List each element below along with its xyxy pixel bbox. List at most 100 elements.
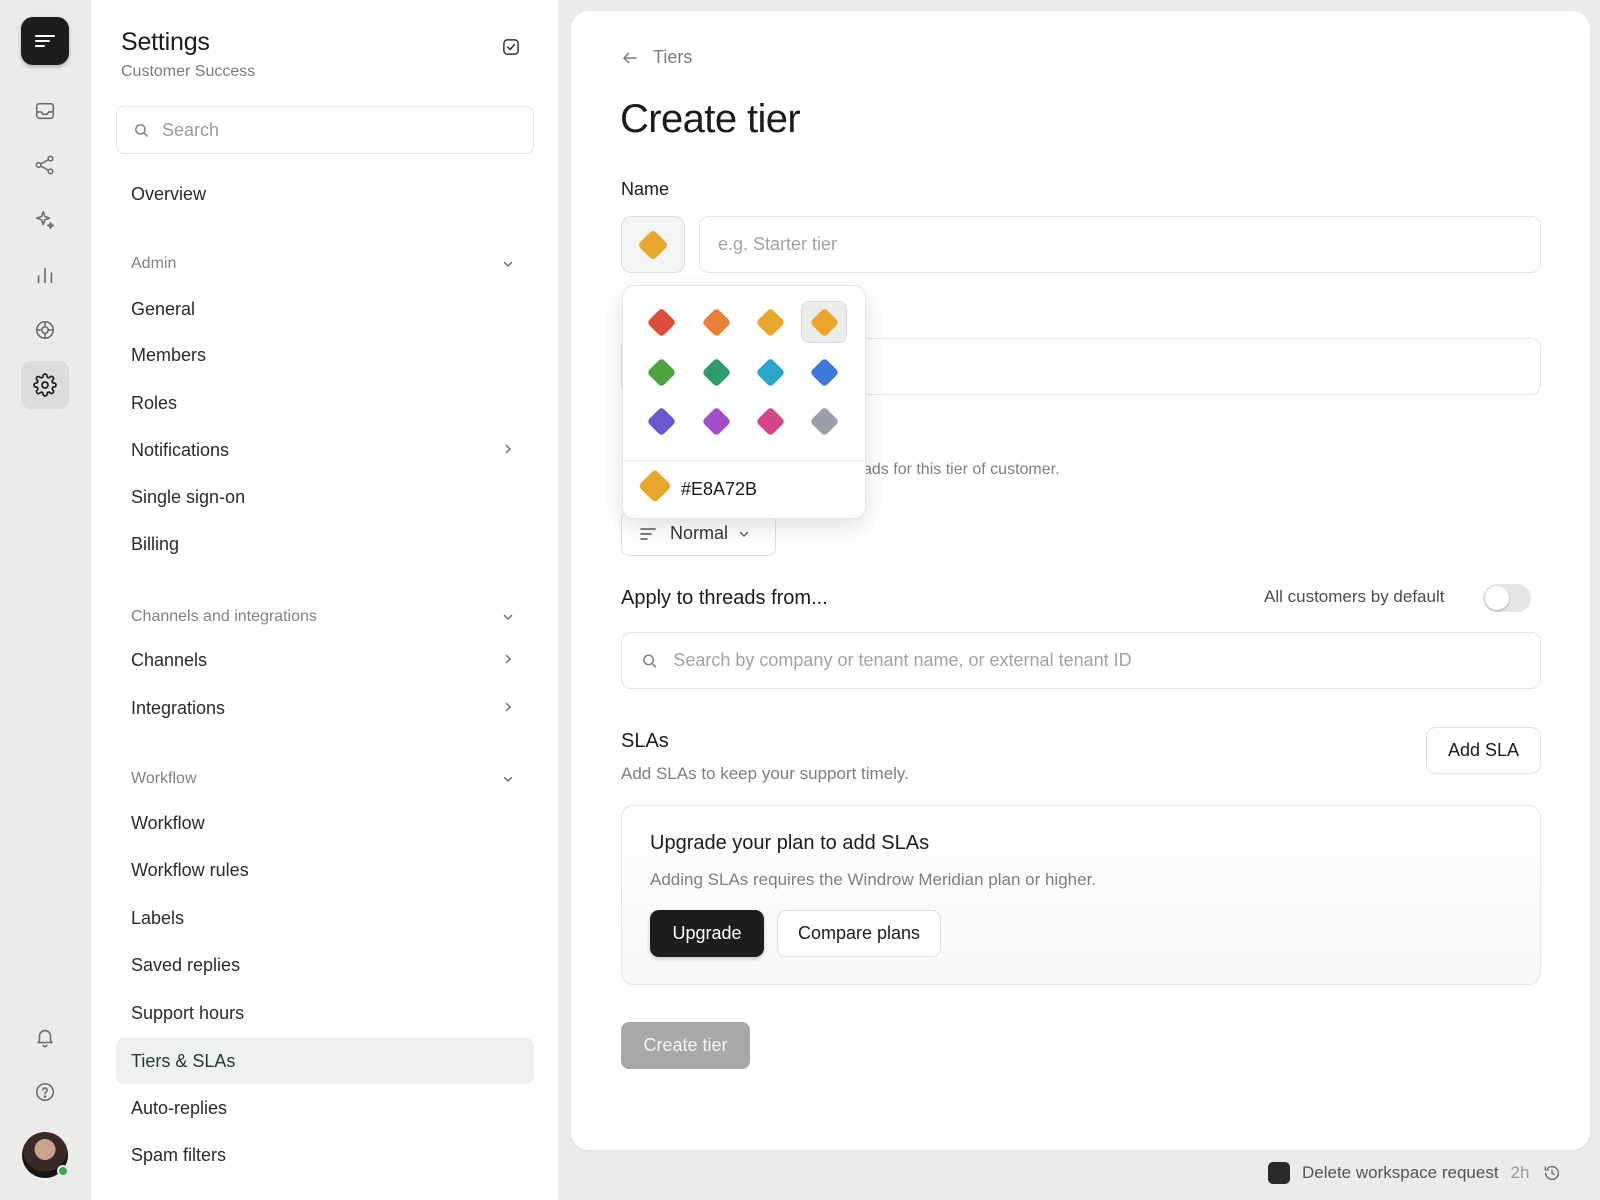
add-sla-button[interactable]: Add SLA xyxy=(1426,727,1541,774)
nav-workflow[interactable]: Workflow xyxy=(116,800,534,846)
color-diamond-icon xyxy=(646,357,676,387)
color-diamond-icon xyxy=(755,307,785,337)
color-swatch[interactable] xyxy=(747,351,793,393)
share-nav-button[interactable] xyxy=(21,141,69,189)
apply-heading: Apply to threads from... xyxy=(621,587,828,609)
tasks-button[interactable] xyxy=(501,37,521,57)
help-center-nav-button[interactable] xyxy=(21,306,69,354)
tenant-search-input[interactable] xyxy=(673,650,1540,671)
priority-lines-icon xyxy=(640,527,656,540)
status-bar: Delete workspace request 2h xyxy=(1268,1162,1561,1184)
status-label[interactable]: Delete workspace request xyxy=(1302,1163,1499,1183)
color-swatch[interactable] xyxy=(747,301,793,343)
back-to-tiers[interactable]: Tiers xyxy=(621,47,692,68)
color-swatch[interactable] xyxy=(693,301,739,343)
nav-notifications-label: Notifications xyxy=(131,439,230,460)
bar-chart-icon xyxy=(37,267,53,284)
section-admin-label: Admin xyxy=(131,255,177,272)
name-label: Name xyxy=(621,179,670,199)
slas-subtitle: Add SLAs to keep your support timely. xyxy=(621,764,909,783)
color-swatch[interactable] xyxy=(747,400,793,442)
tier-name-input[interactable] xyxy=(718,234,1540,255)
help-nav-button[interactable] xyxy=(21,1068,69,1116)
notifications-nav-button[interactable] xyxy=(21,1013,69,1061)
nav-saved-replies[interactable]: Saved replies xyxy=(116,942,534,988)
settings-search-input[interactable] xyxy=(162,119,502,141)
color-diamond-icon xyxy=(809,307,839,337)
color-swatch[interactable] xyxy=(801,400,847,442)
color-swatch[interactable] xyxy=(693,400,739,442)
settings-title: Settings xyxy=(121,28,210,56)
color-swatch[interactable] xyxy=(638,351,684,393)
color-diamond-icon xyxy=(755,406,785,436)
nav-general[interactable]: General xyxy=(116,286,534,332)
lifebuoy-icon xyxy=(35,320,55,340)
color-swatch[interactable] xyxy=(638,400,684,442)
analytics-nav-button[interactable] xyxy=(21,251,69,299)
current-color-diamond-icon xyxy=(638,469,672,503)
chevron-right-icon xyxy=(505,654,512,664)
color-diamond-icon xyxy=(646,307,676,337)
color-swatch[interactable] xyxy=(638,301,684,343)
section-workflow-label: Workflow xyxy=(131,770,197,787)
ai-nav-button[interactable] xyxy=(21,196,69,244)
nav-channels[interactable]: Channels xyxy=(116,637,534,683)
settings-search[interactable] xyxy=(116,106,534,154)
nav-overview[interactable]: Overview xyxy=(116,171,534,217)
create-tier-panel: Tiers Create tier Name ads for this tier… xyxy=(571,11,1590,1150)
nav-billing[interactable]: Billing xyxy=(116,521,534,567)
settings-nav-button[interactable] xyxy=(21,361,69,409)
color-diamond-icon xyxy=(646,406,676,436)
nav-notifications[interactable]: Notifications xyxy=(116,427,534,473)
nav-auto-replies[interactable]: Auto-replies xyxy=(116,1085,534,1131)
compare-plans-button[interactable]: Compare plans xyxy=(777,910,941,957)
chevron-down-icon xyxy=(739,531,749,537)
color-picker-popover: #E8A72B xyxy=(622,285,866,519)
section-workflow[interactable]: Workflow xyxy=(131,770,534,788)
color-swatch[interactable] xyxy=(693,351,739,393)
color-diamond-icon xyxy=(701,307,731,337)
chevron-right-icon xyxy=(505,702,512,712)
nav-tiers-slas[interactable]: Tiers & SLAs xyxy=(116,1038,534,1084)
tenant-search-field[interactable] xyxy=(621,632,1541,689)
nav-integrations[interactable]: Integrations xyxy=(116,685,534,731)
inbox-icon xyxy=(35,102,55,120)
color-diamond-icon xyxy=(755,357,785,387)
status-time: 2h xyxy=(1510,1163,1530,1182)
history-icon[interactable] xyxy=(1543,1164,1561,1182)
nav-members[interactable]: Members xyxy=(116,332,534,378)
nav-workflow-rules[interactable]: Workflow rules xyxy=(116,847,534,893)
nav-single-sign-on[interactable]: Single sign-on xyxy=(116,474,534,520)
color-swatch[interactable] xyxy=(801,351,847,393)
section-channels-label: Channels and integrations xyxy=(131,608,317,625)
workspace-square-icon xyxy=(1268,1162,1290,1184)
tier-name-field[interactable] xyxy=(699,216,1541,273)
app-logo[interactable] xyxy=(21,17,69,65)
settings-sidebar: Settings Customer Success Overview Admin… xyxy=(91,0,558,1200)
nav-spam-filters[interactable]: Spam filters xyxy=(116,1132,534,1178)
hex-value[interactable]: #E8A72B xyxy=(681,479,757,500)
section-admin[interactable]: Admin xyxy=(131,255,534,273)
question-circle-icon xyxy=(35,1082,55,1102)
breadcrumb-tiers: Tiers xyxy=(653,47,693,67)
gear-icon xyxy=(33,373,57,397)
section-channels-integrations[interactable]: Channels and integrations xyxy=(131,608,534,626)
popover-divider xyxy=(623,460,865,461)
inbox-nav-button[interactable] xyxy=(21,87,69,135)
nav-roles[interactable]: Roles xyxy=(116,380,534,426)
nav-support-hours[interactable]: Support hours xyxy=(116,990,534,1036)
tier-color-button[interactable] xyxy=(621,216,685,273)
color-swatch[interactable] xyxy=(801,301,847,343)
default-toggle-label: All customers by default xyxy=(1264,587,1445,606)
workspace-name: Customer Success xyxy=(121,63,256,80)
user-avatar[interactable] xyxy=(22,1132,69,1178)
upgrade-button[interactable]: Upgrade xyxy=(650,910,764,957)
upgrade-callout: Upgrade your plan to add SLAs Adding SLA… xyxy=(621,805,1541,985)
sparkles-icon xyxy=(35,210,55,230)
color-diamond-icon xyxy=(701,357,731,387)
create-tier-button[interactable]: Create tier xyxy=(621,1022,750,1069)
default-toggle[interactable] xyxy=(1483,584,1531,612)
color-diamond-icon xyxy=(809,406,839,436)
nav-labels[interactable]: Labels xyxy=(116,895,534,941)
search-icon xyxy=(643,653,657,668)
